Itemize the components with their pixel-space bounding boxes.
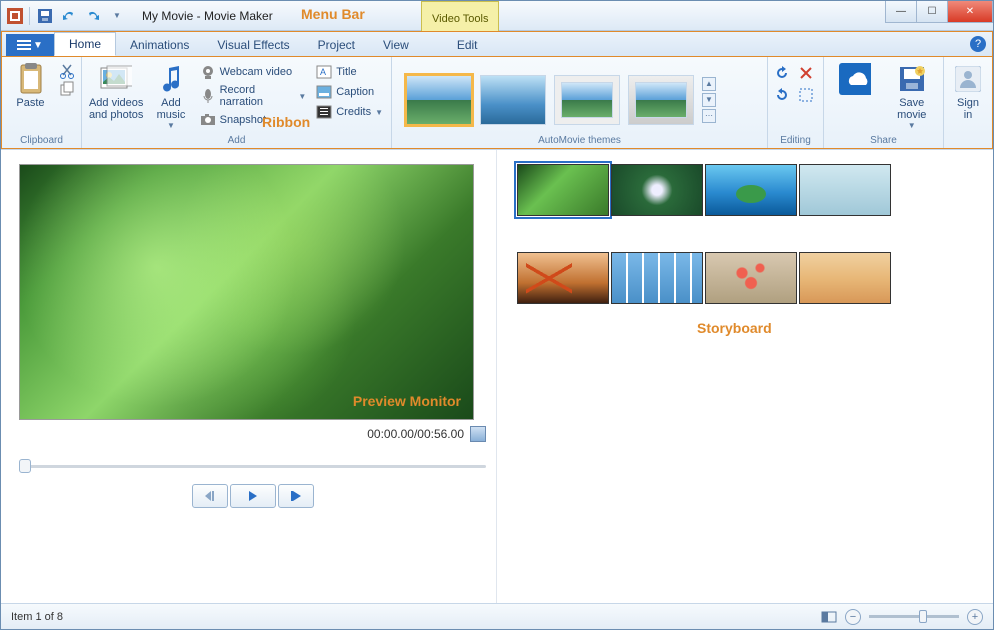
save-movie-icon (896, 63, 928, 95)
status-text: Item 1 of 8 (11, 611, 63, 623)
theme-3[interactable] (554, 75, 620, 125)
zoom-slider[interactable] (869, 615, 959, 618)
clip-4[interactable] (799, 164, 891, 216)
camera-icon (200, 112, 216, 128)
copy-icon[interactable] (59, 81, 75, 97)
content-area: Preview Monitor 00:00.00/00:56.00 (1, 149, 993, 603)
seek-slider[interactable] (19, 462, 486, 470)
delete-icon[interactable] (798, 65, 816, 83)
app-window: ▼ My Movie - Movie Maker Menu Bar Video … (0, 0, 994, 630)
add-videos-button[interactable]: Add videos and photos (88, 61, 144, 121)
microphone-icon (200, 88, 216, 104)
minimize-button[interactable]: — (885, 1, 917, 23)
credits-icon (316, 104, 332, 120)
clip-1[interactable] (517, 164, 609, 216)
save-movie-button[interactable]: Save movie ▼ (887, 61, 938, 130)
window-controls: — ☐ ✕ (886, 1, 993, 23)
rotate-left-icon[interactable] (774, 65, 792, 83)
caption-button[interactable]: Caption (314, 83, 385, 101)
play-button[interactable] (230, 484, 276, 508)
tab-strip: ▼ Home Animations Visual Effects Project… (1, 31, 993, 57)
webcam-icon (200, 64, 216, 80)
quick-access-toolbar: ▼ (1, 7, 132, 25)
tab-home[interactable]: Home (54, 32, 116, 56)
view-mode-icon[interactable] (821, 609, 837, 625)
undo-icon[interactable] (60, 7, 78, 25)
clip-3[interactable] (705, 164, 797, 216)
select-all-icon[interactable] (798, 87, 816, 105)
caption-icon (316, 84, 332, 100)
qat-dropdown-icon[interactable]: ▼ (108, 7, 126, 25)
webcam-button[interactable]: Webcam video (198, 63, 309, 81)
preview-pane: Preview Monitor 00:00.00/00:56.00 (1, 150, 497, 603)
annotation-ribbon: Ribbon (262, 114, 310, 130)
sign-in-button[interactable]: Sign in (950, 61, 986, 121)
help-icon[interactable]: ? (970, 36, 986, 52)
theme-4[interactable] (628, 75, 694, 125)
onedrive-button[interactable] (830, 61, 881, 95)
tab-animations[interactable]: Animations (116, 34, 203, 56)
group-automovie-label: AutoMovie themes (398, 134, 761, 146)
zoom-out-button[interactable]: − (845, 609, 861, 625)
clip-8[interactable] (799, 252, 891, 304)
group-editing-label: Editing (774, 134, 817, 146)
tab-view[interactable]: View (369, 34, 423, 56)
tab-visual-effects[interactable]: Visual Effects (203, 34, 303, 56)
tab-edit[interactable]: Edit (443, 34, 492, 56)
window-title: My Movie - Movie Maker (142, 9, 273, 23)
ribbon: Ribbon Paste Clipboard (1, 57, 993, 149)
credits-button[interactable]: Credits ▼ (314, 103, 385, 121)
annotation-menu-bar: Menu Bar (301, 6, 365, 22)
theme-gallery-scroll[interactable]: ▲▼⋯ (702, 77, 718, 123)
title-bar: ▼ My Movie - Movie Maker Menu Bar Video … (1, 1, 993, 31)
paste-button[interactable]: Paste (8, 61, 53, 109)
group-clipboard-label: Clipboard (8, 134, 75, 146)
group-share-label: Share (830, 134, 937, 146)
file-tab[interactable]: ▼ (6, 34, 54, 56)
clipboard-icon (15, 63, 47, 95)
maximize-button[interactable]: ☐ (916, 1, 948, 23)
person-icon (952, 63, 984, 95)
clip-2[interactable] (611, 164, 703, 216)
clip-6[interactable] (611, 252, 703, 304)
fullscreen-icon[interactable] (470, 426, 486, 442)
svg-text:A: A (320, 67, 326, 77)
clip-5[interactable] (517, 252, 609, 304)
app-icon (7, 8, 23, 24)
tab-project[interactable]: Project (304, 34, 369, 56)
close-button[interactable]: ✕ (947, 1, 993, 23)
playback-time: 00:00.00/00:56.00 (367, 427, 464, 441)
theme-default[interactable] (406, 75, 472, 125)
save-icon[interactable] (36, 7, 54, 25)
annotation-preview: Preview Monitor (353, 393, 461, 409)
cut-icon[interactable] (59, 63, 75, 79)
cloud-icon (839, 63, 871, 95)
chevron-down-icon: ▼ (167, 121, 175, 130)
annotation-storyboard: Storyboard (697, 320, 772, 336)
picture-icon (100, 63, 132, 95)
title-button[interactable]: ATitle (314, 63, 385, 81)
music-note-icon (155, 63, 187, 95)
contextual-tab-video-tools[interactable]: Video Tools (421, 1, 499, 31)
rotate-right-icon[interactable] (774, 87, 792, 105)
title-icon: A (316, 64, 332, 80)
status-bar: Item 1 of 8 − + (1, 603, 993, 629)
next-frame-button[interactable] (278, 484, 314, 508)
chevron-down-icon: ▼ (908, 121, 916, 130)
seek-thumb[interactable] (19, 459, 31, 473)
redo-icon[interactable] (84, 7, 102, 25)
theme-2[interactable] (480, 75, 546, 125)
zoom-in-button[interactable]: + (967, 609, 983, 625)
storyboard-pane[interactable]: Storyboard (497, 150, 993, 603)
add-music-button[interactable]: Add music ▼ (150, 61, 191, 130)
preview-monitor[interactable]: Preview Monitor (19, 164, 474, 420)
prev-frame-button[interactable] (192, 484, 228, 508)
clip-7[interactable] (705, 252, 797, 304)
narration-button[interactable]: Record narration ▼ (198, 83, 309, 109)
group-add-label: Add (88, 134, 385, 146)
